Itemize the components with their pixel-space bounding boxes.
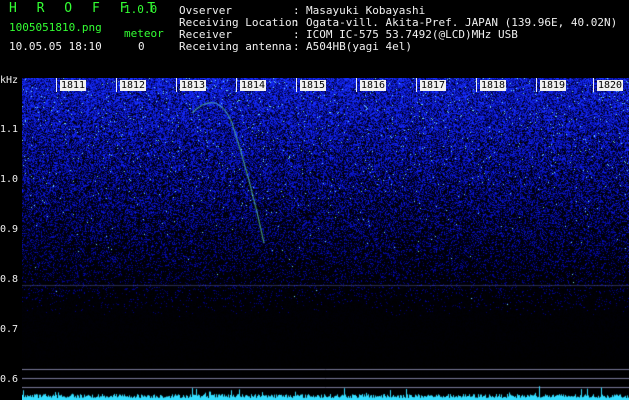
x-tick-mark: [536, 78, 537, 92]
y-tick-label: 0.8: [0, 274, 19, 285]
x-tick-label: 1811: [60, 80, 87, 91]
x-tick-mark: [593, 78, 594, 92]
app-version: 1.0.0: [124, 3, 158, 16]
x-tick-label: 1812: [120, 80, 147, 91]
image-filename: 1005051810.png: [9, 21, 102, 34]
x-tick-label: 1817: [420, 80, 447, 91]
x-tick-mark: [356, 78, 357, 92]
x-tick-label: 1818: [480, 80, 507, 91]
meteor-label: meteor: [124, 27, 164, 40]
x-tick-label: 1814: [240, 80, 267, 91]
header-panel: H R O F F T 1.0.0 1005051810.png meteor …: [0, 0, 629, 76]
y-unit-label: kHz: [0, 75, 19, 86]
x-tick-mark: [236, 78, 237, 92]
x-tick-mark: [416, 78, 417, 92]
y-tick-label: 1.0: [0, 174, 19, 185]
x-tick-mark: [476, 78, 477, 92]
y-tick-label: 0.7: [0, 324, 19, 335]
x-tick-mark: [176, 78, 177, 92]
meteor-count: 0: [138, 40, 145, 53]
x-tick-mark: [116, 78, 117, 92]
antenna-separator: :: [293, 40, 300, 53]
frequency-axis: kHz 1.1 1.0 0.9 0.8 0.7 0.6: [0, 76, 22, 400]
x-tick-label: 1815: [300, 80, 327, 91]
capture-datetime: 10.05.05 18:10: [9, 40, 102, 53]
x-tick-label: 1820: [597, 80, 624, 91]
x-tick-label: 1813: [180, 80, 207, 91]
y-tick-label: 1.1: [0, 124, 19, 135]
y-tick-label: 0.9: [0, 224, 19, 235]
antenna-label: Receiving antenna: [179, 40, 292, 53]
y-tick-label: 0.6: [0, 374, 19, 385]
x-tick-mark: [296, 78, 297, 92]
x-tick-mark: [56, 78, 57, 92]
x-tick-label: 1816: [360, 80, 387, 91]
antenna-value: A504HB(yagi 4el): [306, 40, 412, 53]
x-tick-label: 1819: [540, 80, 567, 91]
spectrogram-canvas[interactable]: [22, 78, 629, 400]
